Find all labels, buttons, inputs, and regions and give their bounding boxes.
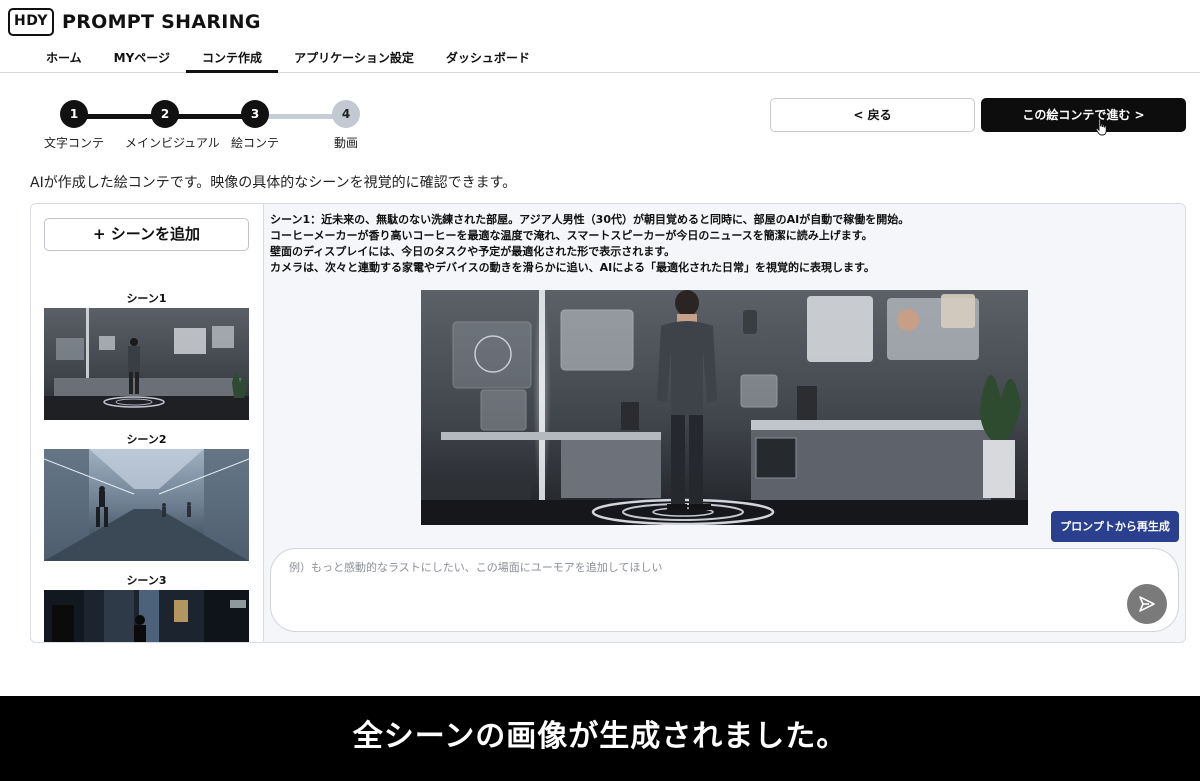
nav-item-home[interactable]: ホーム <box>30 44 98 73</box>
logo[interactable]: HDY PROMPT SHARING <box>8 8 261 36</box>
step-4-label: 動画 <box>333 136 358 150</box>
scene-description-line: シーン1：近未来の、無駄のない洗練された部屋。アジア人男性（30代）が朝目覚める… <box>270 213 910 226</box>
main-nav: ホーム MYページ コンテ作成 アプリケーション設定 ダッシュボード <box>30 44 546 73</box>
logo-text: PROMPT SHARING <box>61 11 261 33</box>
add-scene-button[interactable]: + シーンを追加 <box>44 218 249 251</box>
caption-bar: 全シーンの画像が生成されました。 <box>0 696 1200 781</box>
scene-description-line: コーヒーメーカーが香り高いコーヒーを最適な温度で淹れ、スマートスピーカーが今日の… <box>270 229 873 242</box>
scene-detail: シーン1：近未来の、無駄のない洗練された部屋。アジア人男性（30代）が朝目覚める… <box>263 204 1185 642</box>
scene-description: シーン1：近未来の、無駄のない洗練された部屋。アジア人男性（30代）が朝目覚める… <box>270 212 1170 276</box>
nav-item-mypage[interactable]: MYページ <box>98 44 186 73</box>
step-3[interactable]: 3 絵コンテ <box>215 100 295 151</box>
scene-title: シーン2 <box>126 433 167 446</box>
scene-3-thumbnail <box>44 590 249 642</box>
scene-list: + シーンを追加 シーン1 シーン2 シーン3 <box>31 204 263 642</box>
send-icon <box>1139 596 1155 612</box>
scene-2-thumbnail <box>44 449 249 561</box>
scene-card-3[interactable]: シーン3 <box>44 573 249 642</box>
scene-card-1[interactable]: シーン1 <box>44 291 249 420</box>
step-3-circle: 3 <box>241 100 269 128</box>
back-button[interactable]: < 戻る <box>770 98 975 132</box>
scene-1-thumbnail <box>44 308 249 420</box>
step-4-circle: 4 <box>332 100 360 128</box>
regenerate-from-prompt-button[interactable]: プロンプトから再生成 <box>1051 511 1179 542</box>
nav-item-dashboard[interactable]: ダッシュボード <box>430 44 546 73</box>
step-2[interactable]: 2 メインビジュアル <box>125 100 220 151</box>
step-4[interactable]: 4 動画 <box>306 100 386 151</box>
step-2-label: メインビジュアル <box>125 136 220 150</box>
scene-description-line: 壁面のディスプレイには、今日のタスクや予定が最適化された形で表示されます。 <box>270 245 676 258</box>
send-button[interactable] <box>1127 584 1167 624</box>
nav-item-storyboard[interactable]: コンテ作成 <box>186 44 279 73</box>
progress-stepper: 1 文字コンテ 2 メインビジュアル 3 絵コンテ 4 動画 <box>40 100 380 155</box>
app-header: HDY PROMPT SHARING ホーム MYページ コンテ作成 アプリケー… <box>0 0 1200 73</box>
scene-description-line: カメラは、次々と連動する家電やデバイスの動きを滑らかに追い、AIによる「最適化さ… <box>270 261 875 274</box>
logo-badge: HDY <box>8 8 54 36</box>
storyboard-panel: + シーンを追加 シーン1 シーン2 シーン3 シーン1：近未来の、無駄のない洗… <box>30 203 1186 643</box>
scene-title: シーン3 <box>126 574 167 587</box>
step-3-label: 絵コンテ <box>230 136 279 150</box>
page-description: AIが作成した絵コンテです。映像の具体的なシーンを視覚的に確認できます。 <box>30 175 517 191</box>
scene-title: シーン1 <box>126 292 167 305</box>
step-1[interactable]: 1 文字コンテ <box>34 100 114 151</box>
hand-cursor-icon <box>1095 118 1107 136</box>
step-2-circle: 2 <box>151 100 179 128</box>
proceed-button[interactable]: この絵コンテで進む > <box>981 98 1186 132</box>
nav-item-app-settings[interactable]: アプリケーション設定 <box>278 44 430 73</box>
step-1-label: 文字コンテ <box>43 136 104 150</box>
caption-text: 全シーンの画像が生成されました。 <box>352 719 848 754</box>
scene-main-image <box>421 290 1028 525</box>
step-1-circle: 1 <box>60 100 88 128</box>
scene-card-2[interactable]: シーン2 <box>44 432 249 561</box>
prompt-box <box>270 548 1179 632</box>
prompt-input[interactable] <box>289 561 1109 574</box>
